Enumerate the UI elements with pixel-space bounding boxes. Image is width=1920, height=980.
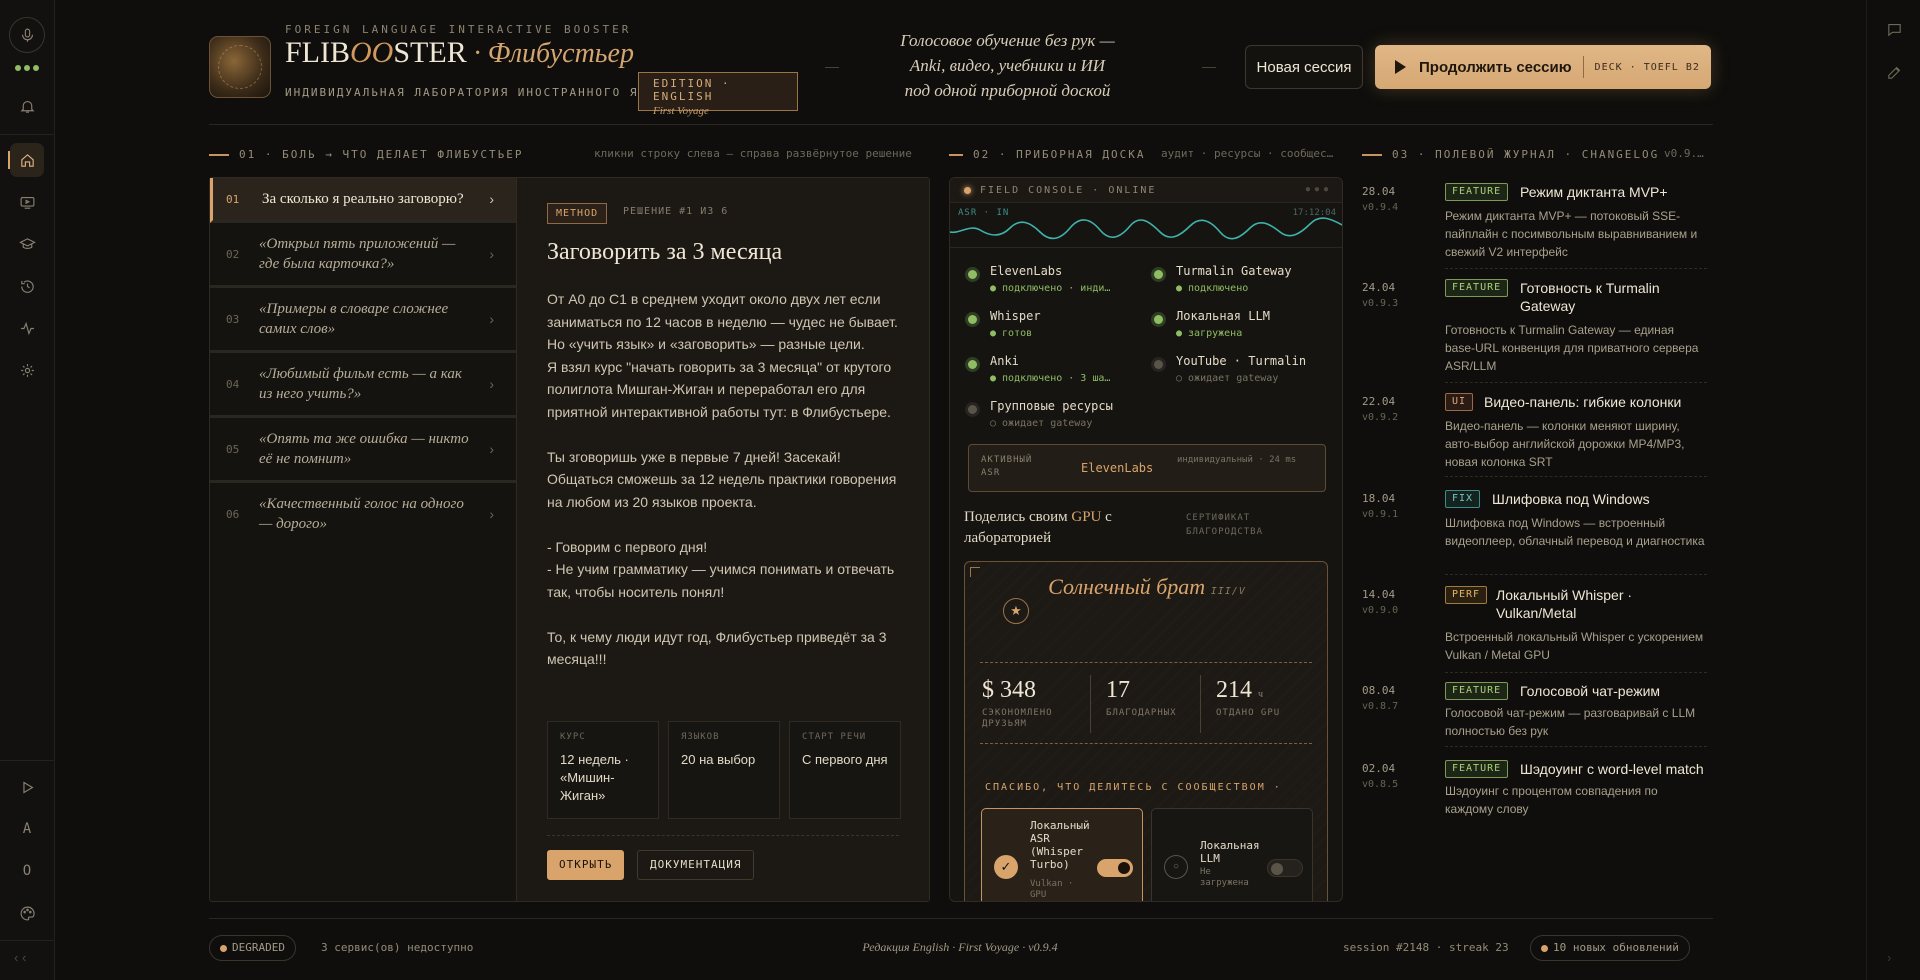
thanks-label: СПАСИБО, ЧТО ДЕЛИТЕСЬ С СООБЩЕСТВОМ · (985, 782, 1282, 793)
question-item[interactable]: 06 «Качественный голос на одного — дорого… (210, 483, 516, 545)
continue-session-button[interactable]: Продолжить сессию DECK · TOEFL B2 (1375, 45, 1711, 89)
stat-card: ЯЗЫКОВ 20 на выбор (668, 721, 780, 819)
stat-card: КУРС 12 недель · «Мишин-Жиган» (547, 721, 659, 819)
settings-icon[interactable] (10, 353, 44, 387)
question-item[interactable]: 04 «Любимый фильм есть — а как из него уч… (210, 353, 516, 418)
changelog-entry[interactable]: 28.04 v0.9.4 FEATURE Режим диктанта MVP+ Р… (1362, 183, 1712, 273)
app-title: FLIBOOSTER · Флибустьер (285, 36, 634, 69)
dashboard-panel: FIELD CONSOLE · ONLINE ●●● ASR · IN 17:1… (949, 177, 1343, 902)
section-2-hint: аудит · ресурсы · сообщес… (1161, 147, 1334, 160)
asr-waveform: ASR · IN 17:12:04 (950, 204, 1342, 248)
right-rail: › (1866, 0, 1920, 980)
app-logo (209, 36, 271, 98)
certificate-stats: $ 348 СЭКОНОМЛЕНО ДРУЗЬЯМ 17 БЛАГОДАРНЫХ 2… (980, 662, 1312, 744)
app-subtitle: ИНДИВИДУАЛЬНАЯ ЛАБОРАТОРИЯ ИНОСТРАННОГО … (285, 86, 674, 99)
star-icon: ★ (1003, 598, 1029, 624)
console-header: FIELD CONSOLE · ONLINE ●●● (950, 178, 1342, 203)
section-1-hint: кликни строку слева — справа развёрнутое… (594, 147, 912, 160)
chat-icon[interactable] (1879, 14, 1909, 44)
play-icon (1395, 60, 1406, 74)
question-item[interactable]: 05 «Опять та же ошибка — никто её не помн… (210, 418, 516, 483)
solution-counter: РЕШЕНИЕ #1 ИЗ 6 (623, 206, 729, 217)
question-item[interactable]: 02 «Открыл пять приложений — где была кар… (210, 223, 516, 288)
changelog-entry[interactable]: 22.04 v0.9.2 UI Видео-панель: гибкие колон… (1362, 393, 1712, 483)
chevron-right-icon: › (489, 311, 494, 327)
chevron-right-icon: › (489, 246, 494, 262)
section-3-label: 03 · ПОЛЕВОЙ ЖУРНАЛ · CHANGELOG (1362, 148, 1659, 161)
changelog-entry[interactable]: 18.04 v0.9.1 FIX Шлифовка под Windows Шлиф… (1362, 490, 1712, 580)
chevron-right-icon: › (489, 376, 494, 392)
connection-dots (15, 65, 39, 71)
local-asr-toggle[interactable] (1097, 859, 1133, 877)
local-llm-option[interactable]: ○ Локальная LLM Не загружена (1151, 808, 1313, 901)
documentation-button[interactable]: ДОКУМЕНТАЦИЯ (637, 850, 755, 880)
app-tag: FOREIGN LANGUAGE INTERACTIVE BOOSTER (285, 23, 632, 36)
active-asr-selector[interactable]: АКТИВНЫЙ ASR ElevenLabs индивидуальный ·… (968, 444, 1326, 492)
solution-detail: METHOD РЕШЕНИЕ #1 ИЗ 6 Заговорить за 3 м… (517, 178, 929, 901)
palette-icon[interactable] (10, 896, 44, 930)
chevron-right-icon: › (489, 506, 494, 522)
rail-letter-a[interactable]: A (10, 812, 44, 846)
graduation-cap-icon[interactable] (10, 227, 44, 261)
rank-title: Солнечный брат III/V (1048, 574, 1246, 599)
deck-label: DECK · TOEFL B2 (1594, 61, 1700, 73)
edit-icon[interactable] (1879, 57, 1909, 87)
session-info: session #2148 · streak 23 (1343, 941, 1509, 954)
edition-badge: EDITION · ENGLISH First Voyage (638, 72, 798, 117)
microphone-icon[interactable] (9, 17, 45, 53)
bell-icon[interactable] (10, 89, 44, 123)
edition-label: EDITION · ENGLISH (653, 77, 731, 103)
solution-body: От A0 до C1 в среднем уходит около двух … (547, 291, 898, 667)
updates-badge[interactable]: 10 новых обновлений (1530, 935, 1690, 961)
video-icon[interactable] (10, 185, 44, 219)
stat-card: СТАРТ РЕЧИ С первого дня (789, 721, 901, 819)
online-indicator (964, 187, 971, 194)
section-1-label: 01 · БОЛЬ → ЧТО ДЕЛАЕТ ФЛИБУСТЬЕР (209, 148, 524, 161)
gpu-share-title: Поделись своим GPU с лабораторией (964, 509, 1112, 546)
question-list: 01 За сколько я реально заговорю? › 02 «Отк… (210, 178, 517, 901)
play-icon[interactable] (10, 770, 44, 804)
chevron-right-icon: › (489, 441, 494, 457)
left-rail: A O ‹ ‹ (0, 0, 55, 980)
home-icon[interactable] (10, 143, 44, 177)
changelog-entry[interactable]: 24.04 v0.9.3 FEATURE Готовность к Turmalin… (1362, 279, 1712, 389)
local-llm-toggle[interactable] (1267, 859, 1303, 877)
open-button[interactable]: ОТКРЫТЬ (547, 850, 625, 880)
pain-panel: 01 За сколько я реально заговорю? › 02 «Отк… (209, 177, 930, 902)
history-icon[interactable] (10, 269, 44, 303)
section-3-version: v0.9.… (1664, 147, 1704, 160)
divider (1202, 67, 1216, 68)
changelog-entry[interactable]: 14.04 v0.9.0 PERF Локальный Whisper · Vulk… (1362, 586, 1712, 676)
activity-icon[interactable] (10, 311, 44, 345)
chevron-right-icon: › (489, 191, 494, 207)
question-item[interactable]: 01 За сколько я реально заговорю? › (210, 178, 516, 223)
changelog-entry[interactable]: 08.04 v0.8.7 FEATURE Голосовой чат-режим Г… (1362, 682, 1712, 747)
method-badge: METHOD (547, 203, 608, 224)
section-2-label: 02 · ПРИБОРНАЯ ДОСКА (949, 148, 1145, 161)
window-dots-icon: ●●● (1304, 184, 1332, 195)
circle-icon: ○ (1164, 855, 1188, 879)
solution-title: Заговорить за 3 месяца (547, 239, 783, 265)
check-icon: ✓ (994, 855, 1018, 879)
changelog-entry[interactable]: 02.04 v0.8.5 FEATURE Шэдоуинг с word-level… (1362, 760, 1712, 820)
certificate-card: Солнечный брат III/V ★ $ 348 СЭКОНОМЛЕНО … (964, 561, 1328, 901)
divider (825, 67, 839, 68)
new-session-button[interactable]: Новая сессия (1245, 45, 1363, 89)
question-item[interactable]: 03 «Примеры в словаре сложнее самих слов»… (210, 288, 516, 353)
rail-letter-o[interactable]: O (10, 854, 44, 888)
local-asr-option[interactable]: ✓ Локальный ASR (Whisper Turbo) Vulkan ·… (981, 808, 1143, 901)
tagline: Голосовое обучение без рук — Anki, видео,… (900, 31, 1115, 100)
certificate-label: СЕРТИФИКАТ БЛАГОРОДСТВА (1186, 513, 1264, 537)
edition-sub: First Voyage (653, 105, 709, 117)
